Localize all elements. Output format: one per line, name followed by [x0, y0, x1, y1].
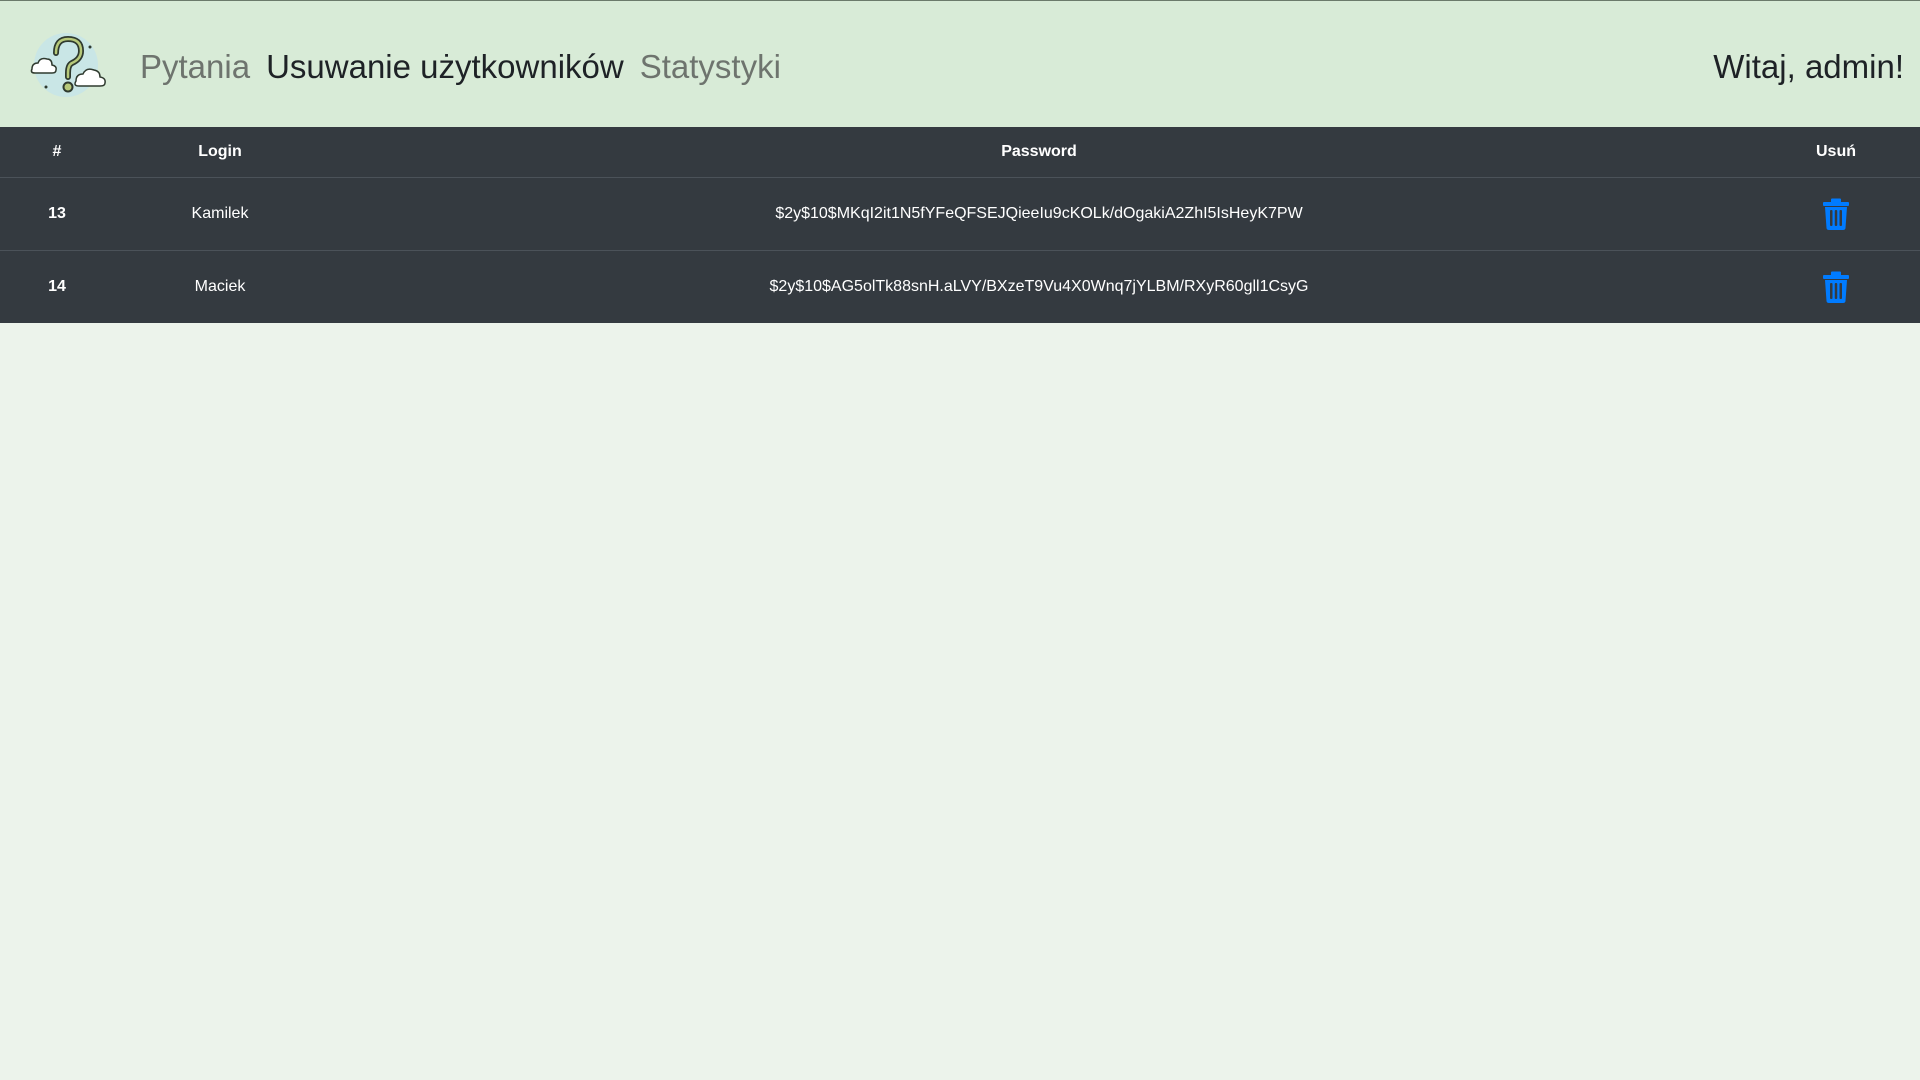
nav-links: Pytania Usuwanie użytkowników Statystyki	[140, 41, 797, 93]
table-header-row: # Login Password Usuń	[0, 127, 1920, 178]
row-delete-cell	[1752, 250, 1920, 323]
header-login: Login	[114, 127, 326, 178]
trash-icon[interactable]	[1822, 271, 1850, 303]
nav-link-pytania[interactable]: Pytania	[140, 48, 250, 86]
trash-icon[interactable]	[1822, 198, 1850, 230]
row-password: $2y$10$AG5olTk88snH.aLVY/BXzeT9Vu4X0Wnq7…	[769, 277, 1309, 295]
header-id: #	[0, 127, 114, 178]
greeting-text: Witaj, admin!	[1713, 48, 1904, 85]
row-id: 13	[0, 177, 114, 251]
nav-link-statystyki[interactable]: Statystyki	[640, 48, 781, 86]
logo-question-mark-clouds-icon[interactable]	[26, 29, 112, 101]
users-table-container: # Login Password Usuń 13 Kamilek $2y$10$…	[0, 127, 1920, 323]
row-delete-cell	[1752, 177, 1920, 251]
users-table: # Login Password Usuń 13 Kamilek $2y$10$…	[0, 127, 1920, 323]
table-row: 13 Kamilek $2y$10$MKqI2it1N5fYFeQFSEJQie…	[0, 177, 1920, 251]
row-login: Maciek	[194, 277, 246, 295]
row-login: Kamilek	[114, 177, 326, 251]
row-id: 14	[48, 277, 66, 295]
header-delete: Usuń	[1752, 127, 1920, 178]
table-row: 14 Maciek $2y$10$AG5olTk88snH.aLVY/BXzeT…	[0, 250, 1920, 323]
header-password: Password	[326, 127, 1752, 178]
nav-link-usuwanie-uzytkownikow[interactable]: Usuwanie użytkowników	[266, 48, 624, 86]
row-password: $2y$10$MKqI2it1N5fYFeQFSEJQieeIu9cKOLk/d…	[326, 177, 1752, 251]
navbar: Pytania Usuwanie użytkowników Statystyki…	[0, 0, 1920, 127]
